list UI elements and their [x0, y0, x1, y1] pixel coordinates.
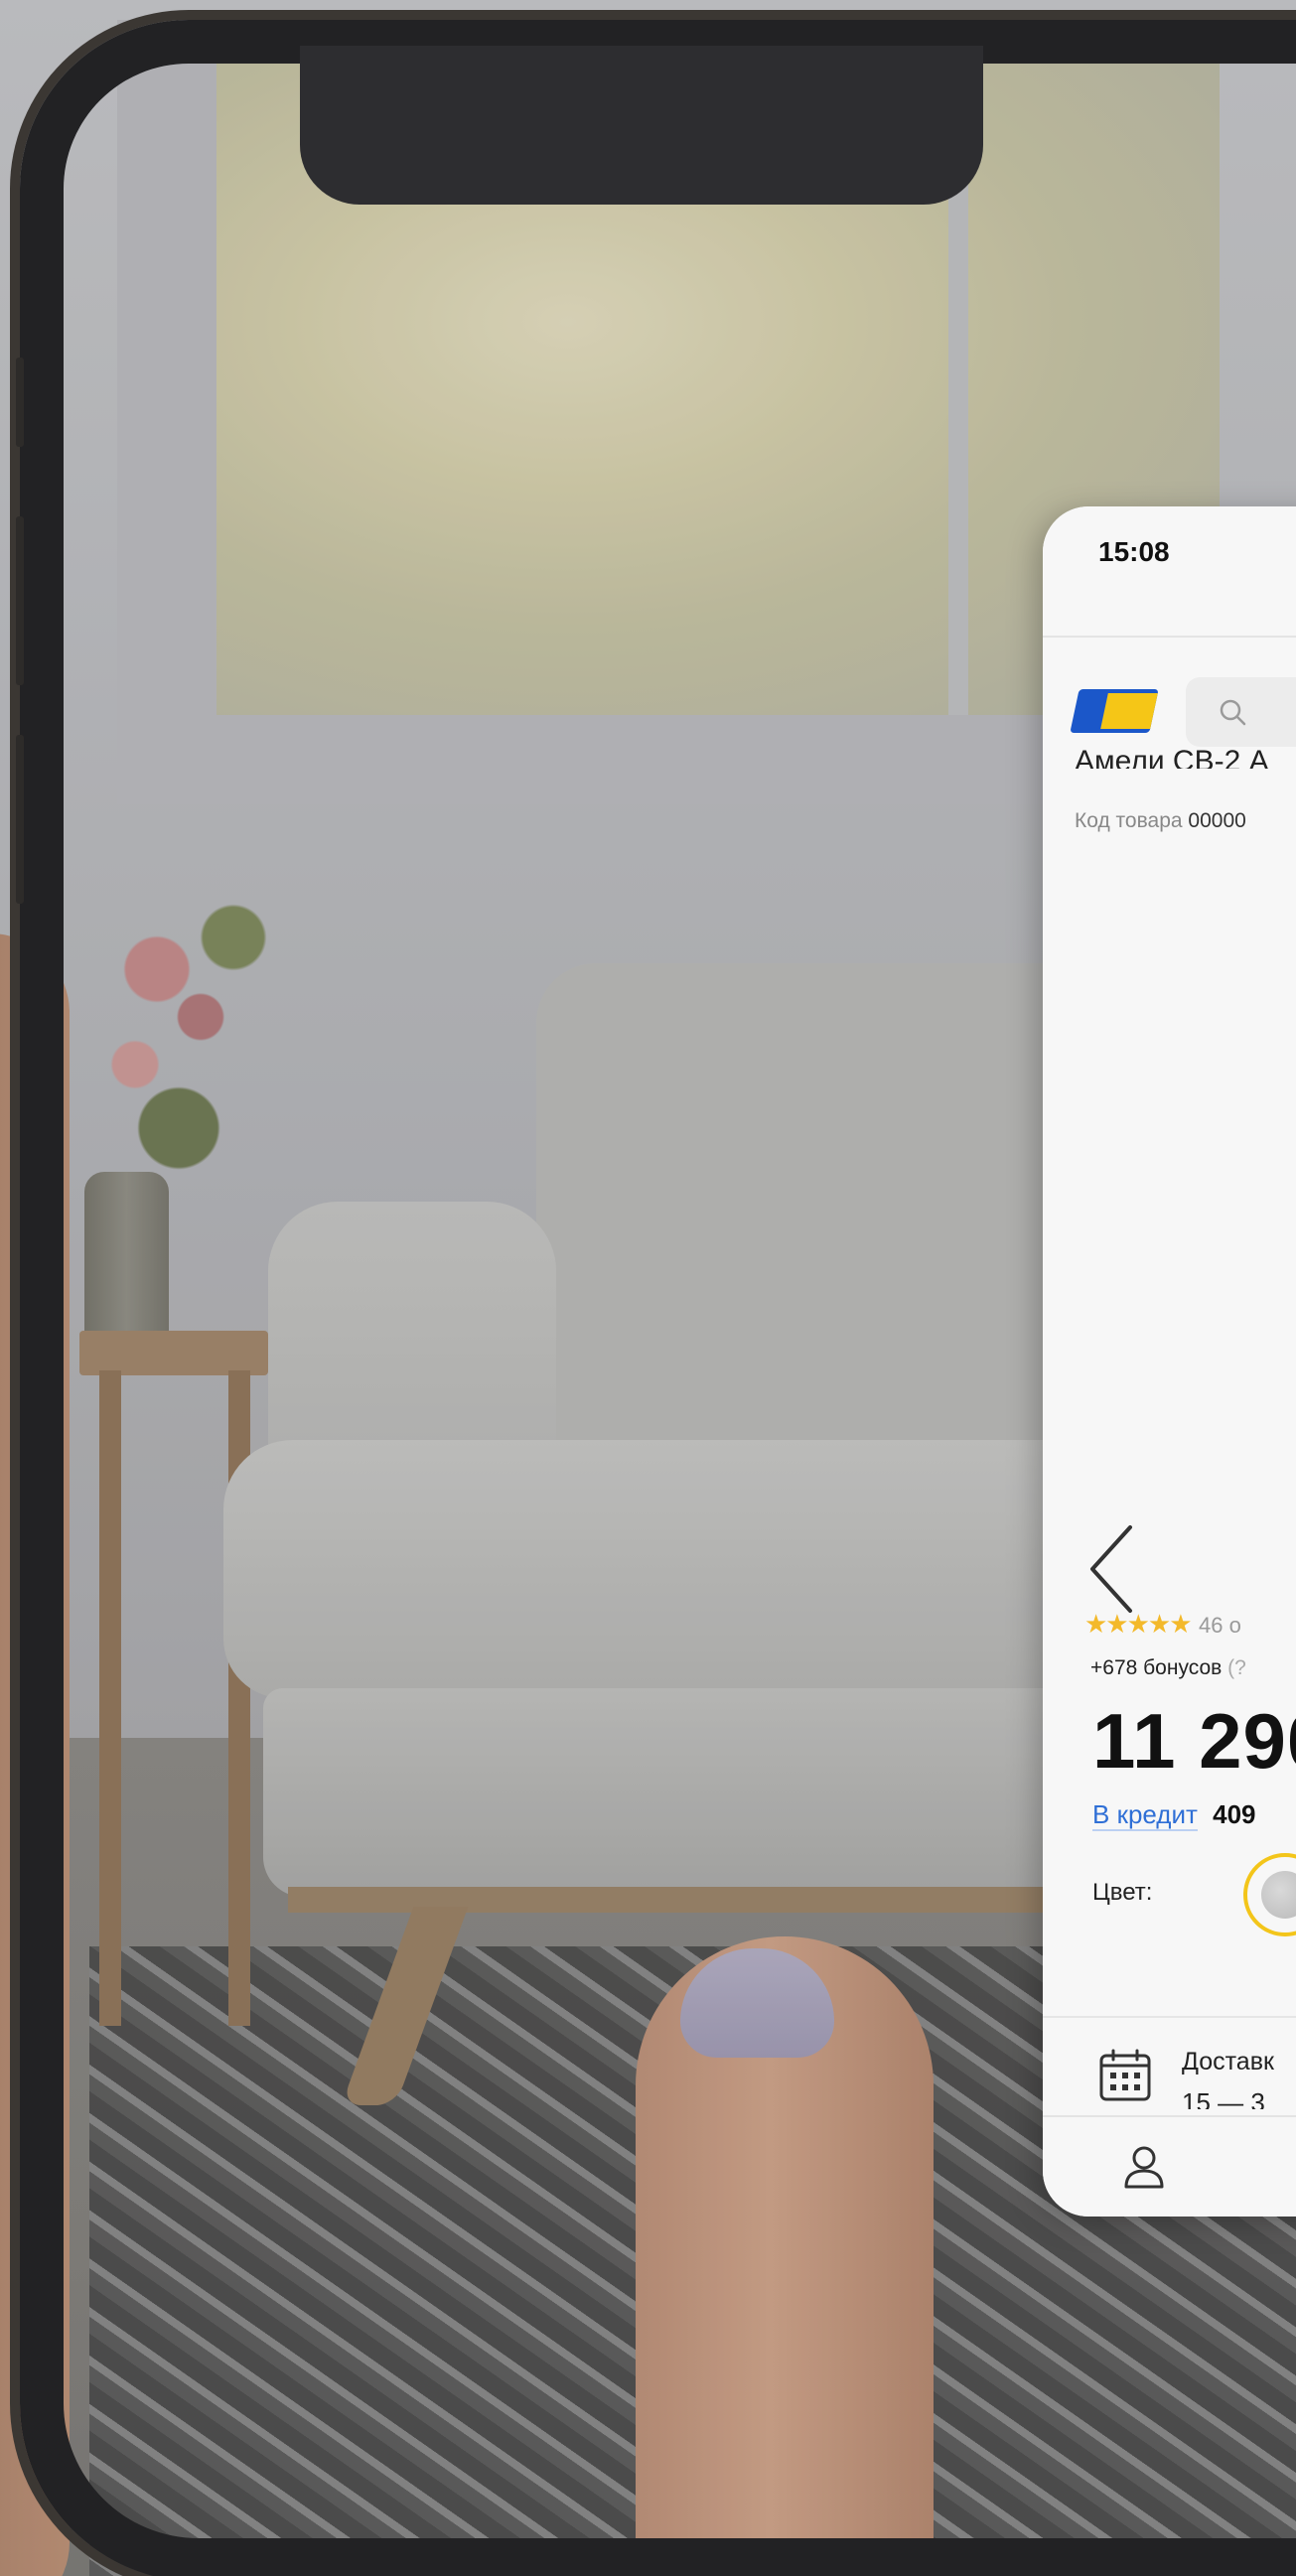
profile-icon[interactable]	[1120, 2143, 1168, 2191]
delivery-label: Доставк	[1182, 2048, 1274, 2075]
rating[interactable]: ★★★★★ 46 о	[1084, 1609, 1241, 1640]
calendar-icon	[1099, 2049, 1151, 2101]
status-bar: 15:08	[1043, 506, 1296, 636]
app-screen: 15:08 Амели СВ-2 А Код товара 00000 ★★★★…	[1043, 506, 1296, 2217]
bottom-tab-bar	[1043, 2115, 1296, 2217]
product-image-gallery[interactable]	[1043, 834, 1296, 1613]
product-code: Код товара 00000	[1075, 809, 1246, 833]
color-swatch-fill	[1261, 1871, 1296, 1919]
credit-info: В кредит 409	[1092, 1799, 1256, 1831]
delivery-divider	[1043, 2016, 1296, 2018]
credit-amount: 409	[1213, 1799, 1256, 1829]
color-label: Цвет:	[1092, 1879, 1153, 1906]
bonus-text: +678 бонусов	[1090, 1656, 1223, 1679]
search-input[interactable]	[1186, 677, 1296, 747]
color-selector: Цвет:	[1092, 1853, 1296, 1936]
bonus-info: +678 бонусов (?	[1090, 1656, 1246, 1680]
color-swatch-selected[interactable]	[1243, 1853, 1296, 1936]
rating-stars: ★★★★★	[1084, 1609, 1193, 1639]
product-title: Амели СВ-2 А	[1075, 747, 1269, 769]
chevron-left-icon[interactable]	[1082, 1519, 1142, 1619]
product-code-value: 00000	[1188, 809, 1246, 832]
search-icon	[1220, 699, 1246, 726]
delivery-dates: 15 — 3	[1182, 2087, 1265, 2109]
product-price: 11 290	[1092, 1697, 1296, 1785]
reviews-count[interactable]: 46 о	[1199, 1613, 1241, 1638]
app-header	[1043, 638, 1296, 747]
store-logo[interactable]	[1070, 685, 1160, 737]
credit-link[interactable]: В кредит	[1092, 1799, 1198, 1831]
help-icon[interactable]: (?	[1227, 1656, 1246, 1679]
status-time: 15:08	[1098, 536, 1170, 567]
product-code-label: Код товара	[1075, 809, 1183, 832]
logo-shape	[1100, 693, 1158, 729]
